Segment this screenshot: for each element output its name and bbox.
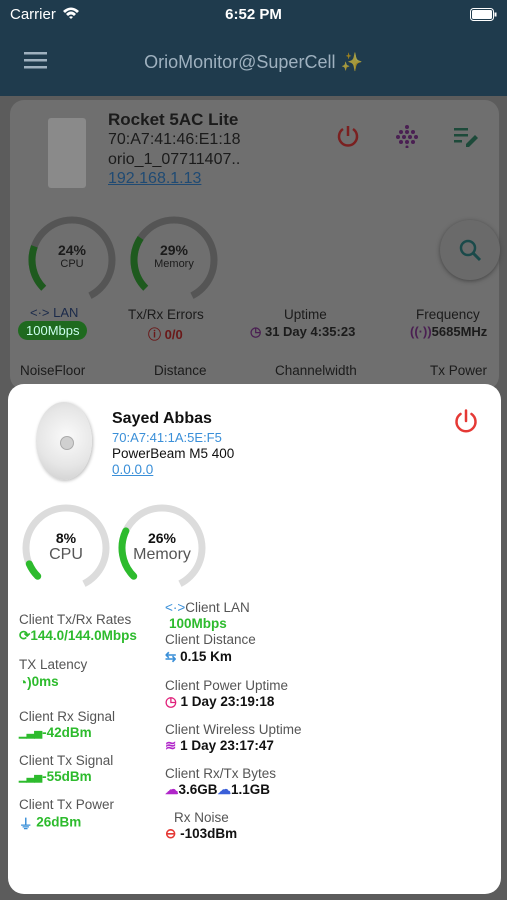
device-mac: 70:A7:41:46:E1:18 [108, 131, 241, 148]
txrx-errors-value: ⓘ 0/0 [148, 327, 183, 342]
app-title: OrioMonitor@SuperCell ✨ [144, 52, 363, 72]
power-uptime-value: ◷ 1 Day 23:19:18 [165, 694, 275, 709]
rx-noise-label: Rx Noise [174, 810, 229, 825]
cloud-upload-icon: ☁ [217, 782, 232, 797]
power-icon[interactable] [336, 124, 360, 148]
sync-icon: ⟳ [19, 628, 31, 644]
tx-signal-value: ▁▃▅-55dBm [19, 769, 92, 784]
signal-icon: ▁▃▅ [19, 771, 43, 783]
cpu-value: 24% [57, 242, 87, 258]
wifi-icon: ≋ [165, 738, 177, 753]
distance-label: Distance [154, 363, 207, 378]
alert-icon: ⓘ [148, 327, 162, 342]
tx-latency-value: ◔)0ms [19, 674, 59, 690]
nav-bar: OrioMonitor@SuperCell ✨ [0, 30, 507, 96]
device-name: Rocket 5AC Lite [108, 110, 239, 129]
device-image [48, 118, 86, 188]
client-cpu-label: CPU [49, 546, 83, 563]
lan-icon: <·> [165, 600, 186, 615]
client-ip-link[interactable]: 0.0.0.0 [112, 462, 153, 477]
lan-badge: 100Mbps [18, 321, 88, 340]
client-memory-value: 26% [147, 530, 177, 546]
uptime-value: ◷ 31 Day 4:35:23 [250, 324, 356, 339]
clock-icon: ◷ [250, 324, 262, 339]
grid-dots-icon[interactable] [396, 124, 418, 148]
rx-noise-value: ⊖ -103dBm [165, 826, 238, 841]
noisefloor-label: NoiseFloor [20, 363, 86, 378]
clock: 6:52 PM [225, 6, 282, 23]
device-ip-link[interactable]: 192.168.1.13 [108, 170, 201, 188]
rxtx-bytes-label: Client Rx/Tx Bytes [165, 766, 277, 781]
sparkle-icon: ✨ [340, 52, 363, 72]
wireless-uptime-label: Client Wireless Uptime [165, 722, 302, 737]
latency-icon: ◔) [19, 674, 32, 690]
tx-latency-label: TX Latency [19, 657, 88, 672]
rx-signal-value: ▁▃▅-42dBm [19, 725, 92, 740]
cpu-label: CPU [60, 258, 84, 270]
status-bar: Carrier 6:52 PM [0, 0, 507, 30]
wireless-uptime-value: ≋ 1 Day 23:17:47 [165, 738, 274, 753]
search-button[interactable] [440, 220, 500, 280]
signal-icon: ▁▃▅ [19, 727, 43, 739]
tx-power-value: ⏚ 26dBm [19, 814, 82, 832]
rx-signal-label: Client Rx Signal [19, 709, 116, 724]
device-ssid: orio_1_07711407.. [108, 151, 241, 168]
txrx-rates-label: Client Tx/Rx Rates [19, 612, 132, 627]
cloud-download-icon: ☁ [165, 782, 179, 797]
rxtx-bytes-value: ☁3.6GB☁1.1GB [165, 782, 271, 797]
battery-icon [470, 8, 497, 21]
client-mac: 70:A7:41:1A:5E:F5 [112, 430, 222, 445]
client-distance-label: Client Distance [165, 632, 256, 647]
client-cpu-value: 8% [55, 530, 77, 546]
plug-icon: ⏚ [19, 817, 33, 832]
channelwidth-label: Channelwidth [275, 363, 357, 378]
client-lan-label: <·>Client LAN [165, 600, 250, 615]
txrx-errors-label: Tx/Rx Errors [128, 307, 204, 322]
txpower-label: Tx Power [430, 363, 488, 378]
lan-icon: <·> [30, 305, 50, 320]
lan-label: <·> LAN [30, 305, 79, 320]
client-memory-label: Memory [133, 546, 191, 563]
clock-icon: ◷ [165, 694, 177, 709]
memory-value: 29% [159, 242, 189, 258]
minus-circle-icon: ⊖ [165, 826, 177, 841]
client-model: PowerBeam M5 400 [112, 446, 235, 461]
antenna-icon: ((·)) [410, 324, 432, 339]
frequency-value: ((·))5685MHz [410, 324, 488, 339]
txrx-rates-value: ⟳144.0/144.0Mbps [19, 628, 137, 644]
uptime-label: Uptime [284, 307, 327, 322]
distance-icon: ⇆ [165, 649, 177, 664]
memory-label: Memory [154, 258, 194, 270]
client-lan-value: 100Mbps [169, 616, 227, 631]
client-name: Sayed Abbas [112, 410, 212, 427]
search-icon [459, 239, 482, 262]
client-device-image [36, 402, 98, 482]
tx-signal-label: Client Tx Signal [19, 753, 114, 768]
tx-power-label: Client Tx Power [19, 797, 115, 812]
client-power-icon[interactable] [453, 408, 479, 434]
edit-list-icon[interactable] [454, 126, 478, 148]
device-card[interactable]: Rocket 5AC Lite 70:A7:41:46:E1:18 orio_1… [10, 100, 500, 390]
client-detail-sheet: Sayed Abbas 70:A7:41:1A:5E:F5 PowerBeam … [8, 384, 501, 894]
client-distance-value: ⇆ 0.15 Km [165, 649, 232, 664]
frequency-label: Frequency [416, 307, 480, 322]
power-uptime-label: Client Power Uptime [165, 678, 289, 693]
